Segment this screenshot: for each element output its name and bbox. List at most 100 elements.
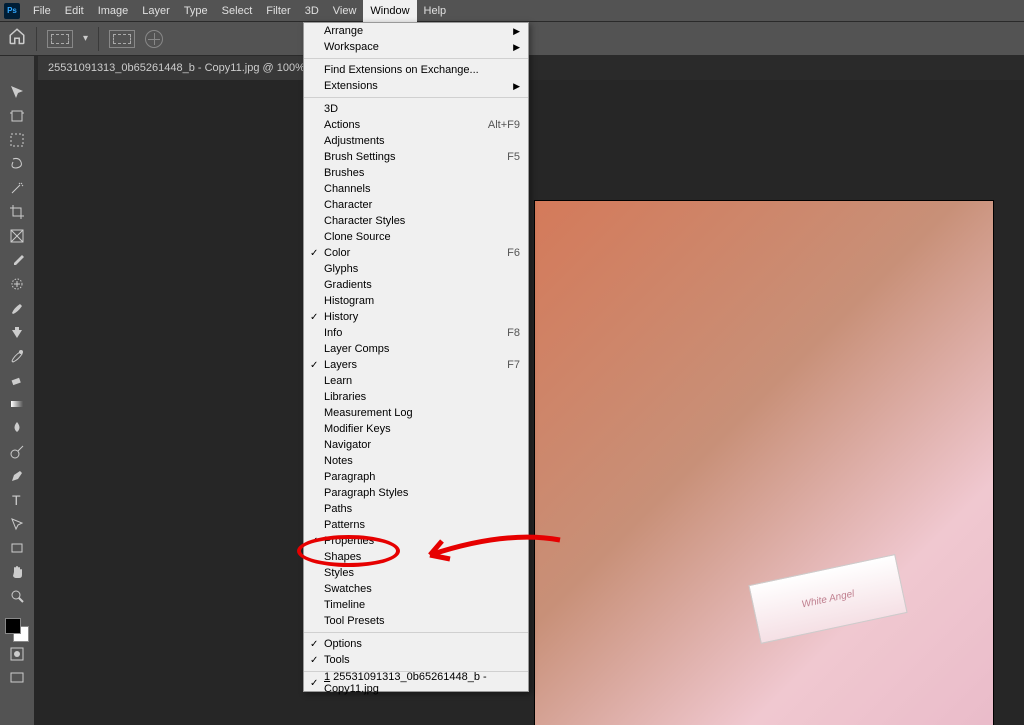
menuitem-timeline[interactable]: Timeline (304, 597, 528, 613)
rectangle-tool[interactable] (3, 536, 31, 560)
type-tool[interactable]: T (3, 488, 31, 512)
chevron-down-icon[interactable]: ▾ (83, 33, 88, 44)
menuitem-brush-settings[interactable]: Brush SettingsF5 (304, 149, 528, 165)
path-select-tool[interactable] (3, 512, 31, 536)
menuitem-label: Clone Source (324, 231, 391, 243)
color-swatches[interactable] (5, 618, 29, 642)
menuitem-options[interactable]: Options (304, 636, 528, 652)
healing-tool[interactable] (3, 272, 31, 296)
brush-tool[interactable] (3, 296, 31, 320)
option-icon-b[interactable] (145, 30, 163, 48)
screenmode-icon[interactable] (3, 666, 31, 690)
menuitem-paragraph-styles[interactable]: Paragraph Styles (304, 485, 528, 501)
menu-help[interactable]: Help (417, 0, 454, 22)
menu-view[interactable]: View (326, 0, 364, 22)
menuitem-notes[interactable]: Notes (304, 453, 528, 469)
artboard-tool[interactable] (3, 104, 31, 128)
menuitem-measurement-log[interactable]: Measurement Log (304, 405, 528, 421)
shortcut-label: F5 (507, 151, 520, 163)
menuitem-channels[interactable]: Channels (304, 181, 528, 197)
menuitem-shapes[interactable]: Shapes (304, 549, 528, 565)
menuitem-actions[interactable]: ActionsAlt+F9 (304, 117, 528, 133)
eraser-tool[interactable] (3, 368, 31, 392)
menuitem-histogram[interactable]: Histogram (304, 293, 528, 309)
frame-tool[interactable] (3, 224, 31, 248)
hand-tool[interactable] (3, 560, 31, 584)
shortcut-label: F6 (507, 247, 520, 259)
menuitem-label: Libraries (324, 391, 366, 403)
frame-tool-preview[interactable] (47, 30, 73, 48)
history-brush-tool[interactable] (3, 344, 31, 368)
blur-tool[interactable] (3, 416, 31, 440)
menuitem-info[interactable]: InfoF8 (304, 325, 528, 341)
menuitem-label: Layer Comps (324, 343, 389, 355)
shortcut-label: Alt+F9 (488, 119, 520, 131)
menuitem-extensions[interactable]: Extensions▶ (304, 78, 528, 94)
menu-select[interactable]: Select (215, 0, 260, 22)
dodge-tool[interactable] (3, 440, 31, 464)
home-icon[interactable] (8, 27, 26, 50)
menuitem-paragraph[interactable]: Paragraph (304, 469, 528, 485)
menuitem-layer-comps[interactable]: Layer Comps (304, 341, 528, 357)
menuitem-swatches[interactable]: Swatches (304, 581, 528, 597)
menuitem-modifier-keys[interactable]: Modifier Keys (304, 421, 528, 437)
menu-window[interactable]: Window (363, 0, 416, 22)
menu-image[interactable]: Image (91, 0, 136, 22)
menu-type[interactable]: Type (177, 0, 215, 22)
menuitem-paths[interactable]: Paths (304, 501, 528, 517)
submenu-arrow-icon: ▶ (513, 26, 520, 37)
magic-wand-tool[interactable] (3, 176, 31, 200)
crop-tool[interactable] (3, 200, 31, 224)
option-icon-a[interactable] (109, 30, 135, 48)
submenu-arrow-icon: ▶ (513, 42, 520, 53)
menuitem-label: Extensions (324, 80, 378, 92)
menuitem-libraries[interactable]: Libraries (304, 389, 528, 405)
gradient-tool[interactable] (3, 392, 31, 416)
menuitem-label: Options (324, 638, 362, 650)
menu-3d[interactable]: 3D (298, 0, 326, 22)
menuitem-label: Brushes (324, 167, 364, 179)
menuitem-character[interactable]: Character (304, 197, 528, 213)
zoom-tool[interactable] (3, 584, 31, 608)
menuitem-label: Info (324, 327, 342, 339)
menuitem-tools[interactable]: Tools (304, 652, 528, 668)
marquee-tool[interactable] (3, 128, 31, 152)
menuitem-1-25531091313-0b65261448-b-copy11-jpg[interactable]: 1 25531091313_0b65261448_b - Copy11.jpg (304, 675, 528, 691)
menuitem-gradients[interactable]: Gradients (304, 277, 528, 293)
menuitem-character-styles[interactable]: Character Styles (304, 213, 528, 229)
menuitem-3d[interactable]: 3D (304, 101, 528, 117)
svg-text:T: T (12, 492, 21, 508)
pen-tool[interactable] (3, 464, 31, 488)
menuitem-workspace[interactable]: Workspace▶ (304, 39, 528, 55)
menu-edit[interactable]: Edit (58, 0, 91, 22)
menuitem-history[interactable]: History (304, 309, 528, 325)
menu-filter[interactable]: Filter (259, 0, 297, 22)
move-tool[interactable] (3, 80, 31, 104)
quickmask-icon[interactable] (3, 642, 31, 666)
menuitem-patterns[interactable]: Patterns (304, 517, 528, 533)
menuitem-properties[interactable]: Properties (304, 533, 528, 549)
menu-file[interactable]: File (26, 0, 58, 22)
menuitem-layers[interactable]: LayersF7 (304, 357, 528, 373)
lasso-tool[interactable] (3, 152, 31, 176)
tools-panel: T (0, 56, 34, 725)
menuitem-clone-source[interactable]: Clone Source (304, 229, 528, 245)
menuitem-glyphs[interactable]: Glyphs (304, 261, 528, 277)
menuitem-learn[interactable]: Learn (304, 373, 528, 389)
menuitem-label: Shapes (324, 551, 361, 563)
menuitem-arrange[interactable]: Arrange▶ (304, 23, 528, 39)
menu-layer[interactable]: Layer (135, 0, 177, 22)
menuitem-adjustments[interactable]: Adjustments (304, 133, 528, 149)
menuitem-color[interactable]: ColorF6 (304, 245, 528, 261)
menuitem-find-extensions-on-exchange-[interactable]: Find Extensions on Exchange... (304, 62, 528, 78)
menuitem-navigator[interactable]: Navigator (304, 437, 528, 453)
menuitem-styles[interactable]: Styles (304, 565, 528, 581)
foreground-swatch[interactable] (5, 618, 21, 634)
menuitem-label: Learn (324, 375, 352, 387)
clone-tool[interactable] (3, 320, 31, 344)
document-image: White Angel (534, 200, 994, 725)
eyedropper-tool[interactable] (3, 248, 31, 272)
menuitem-tool-presets[interactable]: Tool Presets (304, 613, 528, 629)
menuitem-brushes[interactable]: Brushes (304, 165, 528, 181)
canvas[interactable]: White Angel (34, 80, 1024, 725)
